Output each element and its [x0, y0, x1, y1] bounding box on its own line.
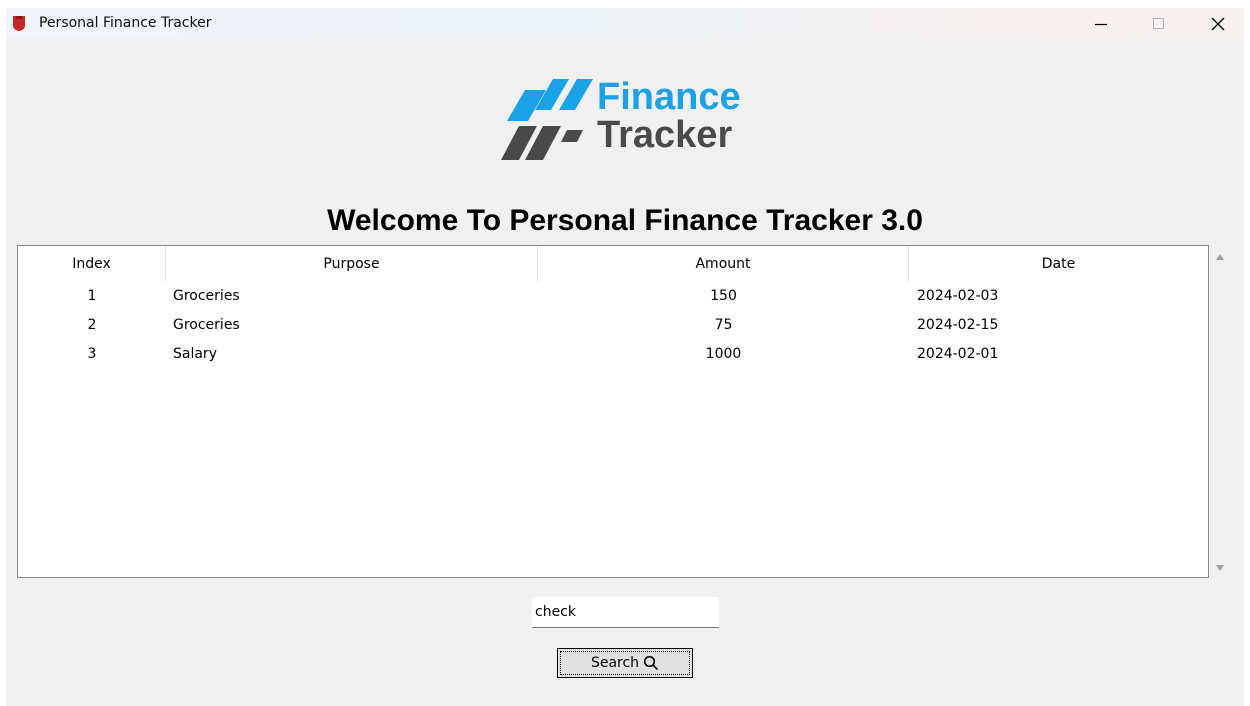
cell-index: 2	[87, 317, 97, 333]
table-row[interactable]: 2 Groceries 75 2024-02-15	[18, 311, 1208, 340]
column-header-purpose[interactable]: Purpose	[166, 246, 538, 282]
finance-tracker-logo: Finance Tracker	[501, 76, 741, 160]
close-button[interactable]	[1195, 8, 1241, 39]
cell-index: 1	[87, 288, 97, 304]
search-button-label: Search	[590, 655, 640, 671]
logo-stripe-icon	[561, 130, 583, 142]
app-icon	[13, 16, 25, 31]
search-icon	[643, 655, 659, 671]
logo-text-tracker: Tracker	[597, 114, 732, 156]
scroll-down-arrow-icon	[1216, 565, 1224, 571]
table-row[interactable]: 3 Salary 1000 2024-02-01	[18, 340, 1208, 369]
scroll-up-arrow-icon	[1216, 254, 1224, 260]
search-input[interactable]	[532, 597, 719, 628]
app-window: Personal Finance Tracker Finance Tracker…	[6, 8, 1244, 706]
column-header-amount[interactable]: Amount	[538, 246, 909, 282]
scroll-up-button[interactable]	[1211, 249, 1229, 265]
table-header: Index Purpose Amount Date	[18, 246, 1208, 282]
search-button-content: Search	[591, 655, 659, 671]
cell-index: 3	[87, 346, 97, 362]
cell-amount: 1000	[705, 346, 742, 362]
cell-purpose: Salary	[173, 346, 217, 362]
column-header-index[interactable]: Index	[18, 246, 166, 282]
logo-text-finance: Finance	[597, 76, 741, 118]
cell-purpose: Groceries	[173, 317, 240, 333]
cell-amount: 75	[714, 317, 733, 333]
cell-purpose: Groceries	[173, 288, 240, 304]
minimize-icon	[1095, 23, 1107, 25]
table-row[interactable]: 1 Groceries 150 2024-02-03	[18, 282, 1208, 311]
scroll-down-button[interactable]	[1211, 560, 1229, 576]
window-title: Personal Finance Tracker	[39, 15, 212, 31]
column-header-date[interactable]: Date	[909, 246, 1208, 282]
welcome-heading: Welcome To Personal Finance Tracker 3.0	[327, 204, 923, 237]
title-bar[interactable]: Personal Finance Tracker	[6, 8, 1244, 39]
transactions-table[interactable]: Index Purpose Amount Date 1 Groceries 15…	[17, 245, 1209, 578]
cell-date: 2024-02-03	[917, 288, 999, 304]
maximize-button[interactable]	[1136, 8, 1182, 39]
close-icon	[1211, 17, 1225, 30]
cell-amount: 150	[710, 288, 737, 304]
maximize-icon	[1153, 17, 1164, 29]
cell-date: 2024-02-15	[917, 317, 999, 333]
minimize-button[interactable]	[1078, 8, 1124, 39]
search-button[interactable]: Search	[557, 648, 693, 678]
cell-date: 2024-02-01	[917, 346, 999, 362]
